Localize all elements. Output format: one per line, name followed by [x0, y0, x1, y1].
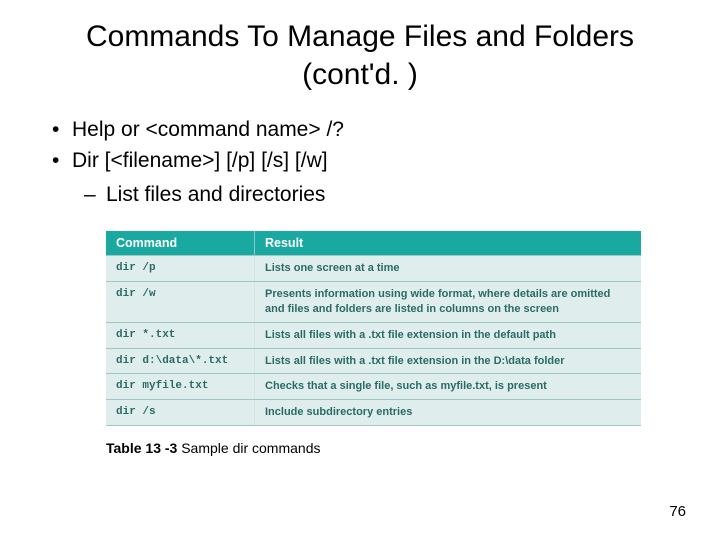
- slide-title: Commands To Manage Files and Folders (co…: [48, 18, 672, 93]
- caption-text: Sample dir commands: [177, 440, 320, 456]
- cell-result: Presents information using wide format, …: [255, 282, 642, 323]
- command-table-wrap: Command Result dir /p Lists one screen a…: [106, 231, 641, 426]
- table-row: dir myfile.txt Checks that a single file…: [106, 374, 641, 400]
- table-row: dir /w Presents information using wide f…: [106, 282, 641, 323]
- cell-result: Checks that a single file, such as myfil…: [255, 374, 642, 400]
- sub-bullet-item: List files and directories: [48, 180, 672, 209]
- table-row: dir *.txt Lists all files with a .txt fi…: [106, 322, 641, 348]
- table-header-row: Command Result: [106, 231, 641, 256]
- cell-result: Lists all files with a .txt file extensi…: [255, 348, 642, 374]
- cell-result: Include subdirectory entries: [255, 400, 642, 426]
- cell-command: dir /p: [106, 256, 255, 282]
- cell-result: Lists all files with a .txt file extensi…: [255, 322, 642, 348]
- col-header-result: Result: [255, 231, 642, 256]
- page-number: 76: [669, 503, 686, 520]
- table-row: dir /s Include subdirectory entries: [106, 400, 641, 426]
- table-row: dir /p Lists one screen at a time: [106, 256, 641, 282]
- cell-command: dir d:\data\*.txt: [106, 348, 255, 374]
- cell-command: dir myfile.txt: [106, 374, 255, 400]
- cell-command: dir /w: [106, 282, 255, 323]
- sub-bullet-list: List files and directories: [48, 180, 672, 209]
- table-caption: Table 13 -3 Sample dir commands: [106, 440, 672, 456]
- bullet-list: Help or <command name> /? Dir [<filename…: [48, 115, 672, 176]
- table-row: dir d:\data\*.txt Lists all files with a…: [106, 348, 641, 374]
- caption-label: Table 13 -3: [106, 440, 177, 456]
- bullet-item: Dir [<filename>] [/p] [/s] [/w]: [48, 146, 672, 175]
- cell-result: Lists one screen at a time: [255, 256, 642, 282]
- cell-command: dir *.txt: [106, 322, 255, 348]
- col-header-command: Command: [106, 231, 255, 256]
- slide: Commands To Manage Files and Folders (co…: [0, 0, 720, 540]
- bullet-item: Help or <command name> /?: [48, 115, 672, 144]
- command-table: Command Result dir /p Lists one screen a…: [106, 231, 641, 426]
- cell-command: dir /s: [106, 400, 255, 426]
